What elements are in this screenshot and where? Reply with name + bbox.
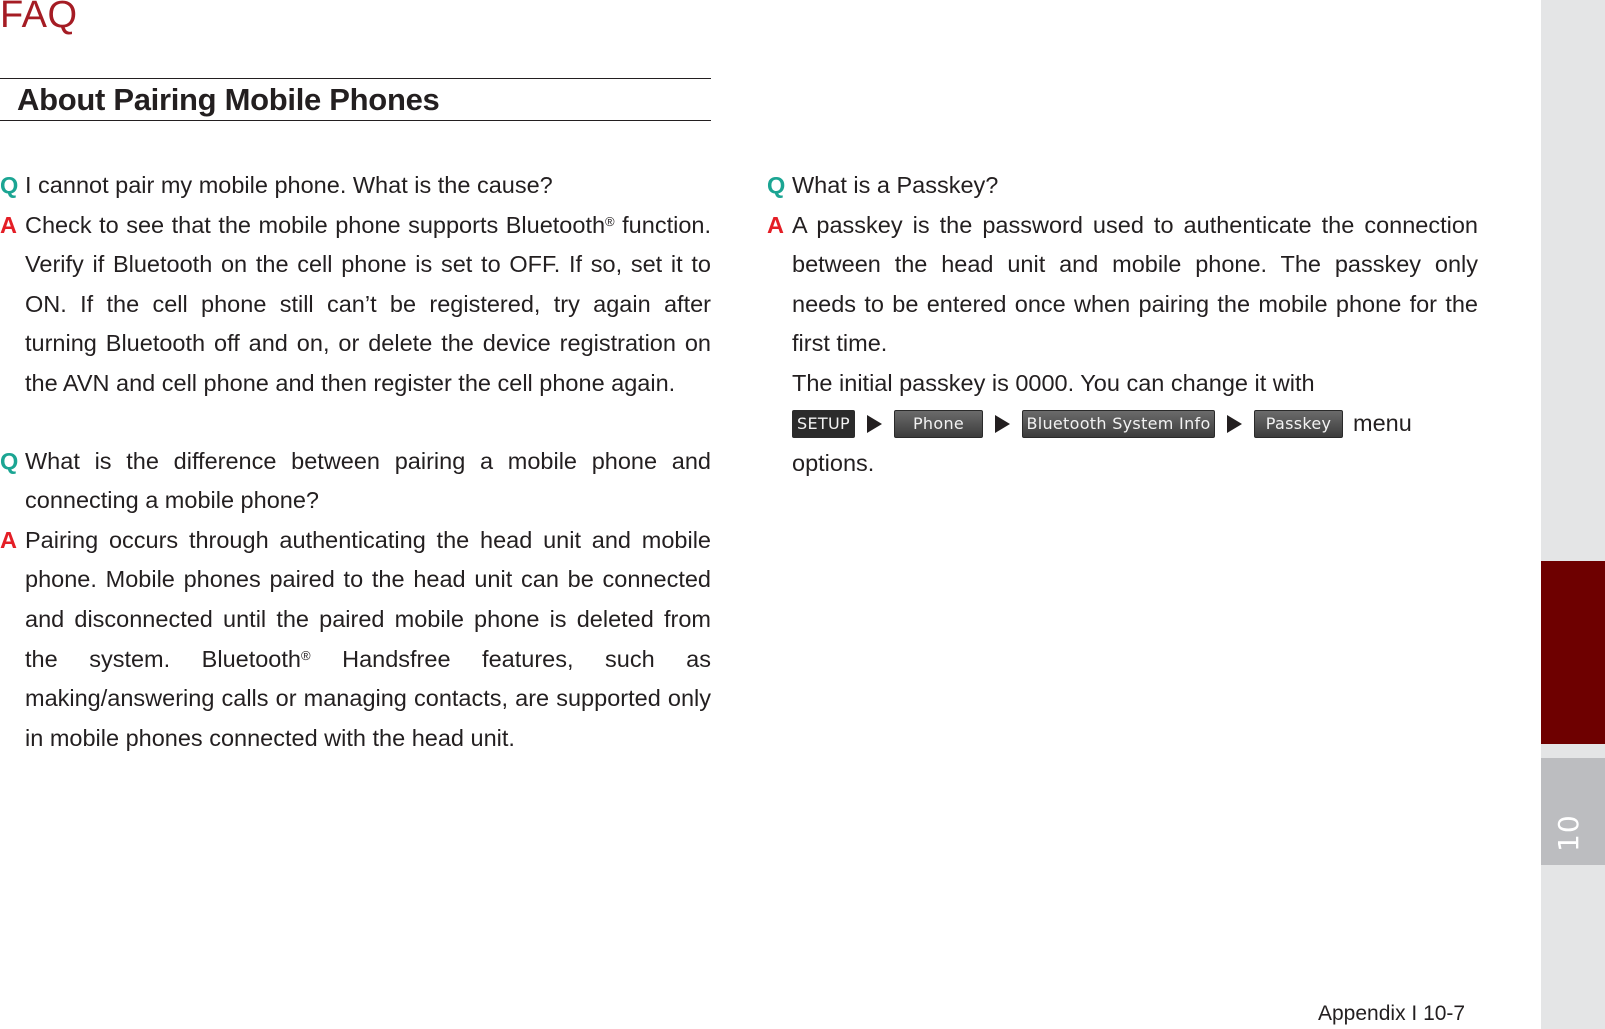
answer-text: Check to see that the mobile phone suppo… [25,211,606,238]
question-mark: Q [0,447,19,474]
answer-mark: A [767,211,784,238]
setup-button[interactable]: SETUP [792,409,855,438]
left-column: Q I cannot pair my mobile phone. What is… [0,166,711,758]
question-text: What is the difference between pairing a… [25,447,711,514]
faq-answer-2: A Pairing occurs through authenticating … [0,521,711,759]
faq-question-1: Q I cannot pair my mobile phone. What is… [0,166,711,206]
arrow-right-icon [867,414,882,433]
menu-suffix: menu [1353,409,1412,436]
question-text: I cannot pair my mobile phone. What is t… [25,172,553,198]
passkey-button[interactable]: Passkey [1254,409,1343,438]
answer-mark: A [0,211,17,238]
page-title: FAQ [0,0,78,36]
registered-mark: ® [605,213,615,229]
faq-answer-1: A Check to see that the mobile phone sup… [0,206,711,404]
menu-end-text: options. [792,449,875,476]
side-strip [1541,0,1605,1029]
section-heading-text: About Pairing Mobile Phones [17,82,440,117]
side-tab-active [1541,561,1605,744]
question-mark: Q [767,172,786,198]
initial-passkey-text: The initial passkey is 0000. You can cha… [792,369,1315,396]
question-text: What is a Passkey? [792,172,999,198]
arrow-right-icon [995,414,1010,433]
bluetooth-system-info-button[interactable]: Bluetooth System Info [1022,409,1215,438]
faq-question-3: Q What is a Passkey? [767,166,1478,206]
section-heading: About Pairing Mobile Phones [0,78,711,121]
arrow-right-icon [1227,414,1242,433]
answer-mark: A [0,526,17,553]
faq-answer-3: A A passkey is the password used to auth… [767,206,1478,484]
chapter-number: 10 [1552,814,1585,852]
answer-text: A passkey is the password used to authen… [792,211,1478,357]
answer-text-cont: function. Verify if Bluetooth on the cel… [25,211,711,396]
registered-mark: ® [300,647,311,663]
right-column: Q What is a Passkey? A A passkey is the … [767,166,1478,483]
phone-button[interactable]: Phone [894,409,983,438]
page-footer: Appendix I 10-7 [1318,1002,1466,1025]
menu-path: SETUP Phone Bluetooth System Info Passke… [792,404,1478,444]
faq-question-2: Q What is the difference between pairing… [0,442,711,521]
question-mark: Q [0,172,19,198]
